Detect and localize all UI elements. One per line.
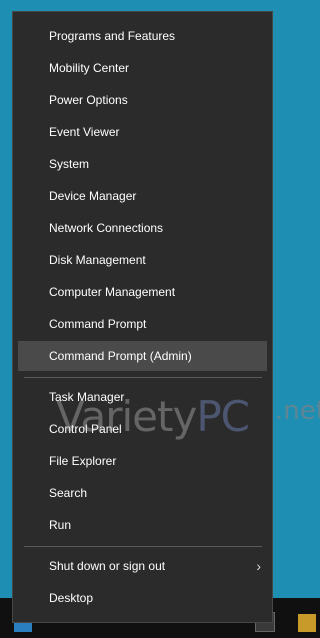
menu-item-label: Command Prompt (Admin) xyxy=(49,349,192,363)
menu-item-label: System xyxy=(49,157,90,171)
menu-item-label: Device Manager xyxy=(49,189,137,203)
menu-item-command-prompt[interactable]: Command Prompt xyxy=(18,309,267,339)
menu-item-command-prompt-admin[interactable]: Command Prompt (Admin) xyxy=(18,341,267,371)
menu-item-power-options[interactable]: Power Options xyxy=(18,85,267,115)
menu-item-label: File Explorer xyxy=(49,454,117,468)
menu-separator xyxy=(24,377,262,378)
menu-item-label: Event Viewer xyxy=(49,125,120,139)
menu-item-label: Disk Management xyxy=(49,253,146,267)
menu-item-programs-and-features[interactable]: Programs and Features xyxy=(18,21,267,51)
menu-item-task-manager[interactable]: Task Manager xyxy=(18,382,267,412)
menu-item-label: Shut down or sign out xyxy=(49,559,166,573)
desktop-background: Programs and Features Mobility Center Po… xyxy=(0,0,320,638)
menu-item-desktop[interactable]: Desktop xyxy=(18,583,267,613)
menu-item-shut-down-or-sign-out[interactable]: Shut down or sign out › xyxy=(18,551,267,581)
menu-item-label: Command Prompt xyxy=(49,317,147,331)
menu-item-computer-management[interactable]: Computer Management xyxy=(18,277,267,307)
menu-item-disk-management[interactable]: Disk Management xyxy=(18,245,267,275)
menu-item-label: Mobility Center xyxy=(49,61,130,75)
quick-link-menu: Programs and Features Mobility Center Po… xyxy=(12,11,273,623)
menu-item-mobility-center[interactable]: Mobility Center xyxy=(18,53,267,83)
taskbar-app-icon-2[interactable] xyxy=(298,614,316,632)
watermark-suffix: .net xyxy=(275,396,320,426)
chevron-right-icon: › xyxy=(256,558,261,574)
menu-item-system[interactable]: System xyxy=(18,149,267,179)
menu-item-network-connections[interactable]: Network Connections xyxy=(18,213,267,243)
menu-item-label: Desktop xyxy=(49,591,94,605)
menu-item-label: Control Panel xyxy=(49,422,122,436)
menu-item-device-manager[interactable]: Device Manager xyxy=(18,181,267,211)
menu-item-search[interactable]: Search xyxy=(18,478,267,508)
menu-item-label: Power Options xyxy=(49,93,128,107)
menu-item-label: Search xyxy=(49,486,88,500)
menu-item-control-panel[interactable]: Control Panel xyxy=(18,414,267,444)
menu-item-label: Network Connections xyxy=(49,221,164,235)
menu-item-label: Computer Management xyxy=(49,285,176,299)
menu-item-label: Programs and Features xyxy=(49,29,176,43)
menu-item-run[interactable]: Run xyxy=(18,510,267,540)
menu-item-event-viewer[interactable]: Event Viewer xyxy=(18,117,267,147)
menu-item-label: Task Manager xyxy=(49,390,125,404)
menu-separator xyxy=(24,546,262,547)
menu-item-file-explorer[interactable]: File Explorer xyxy=(18,446,267,476)
menu-item-label: Run xyxy=(49,518,72,532)
